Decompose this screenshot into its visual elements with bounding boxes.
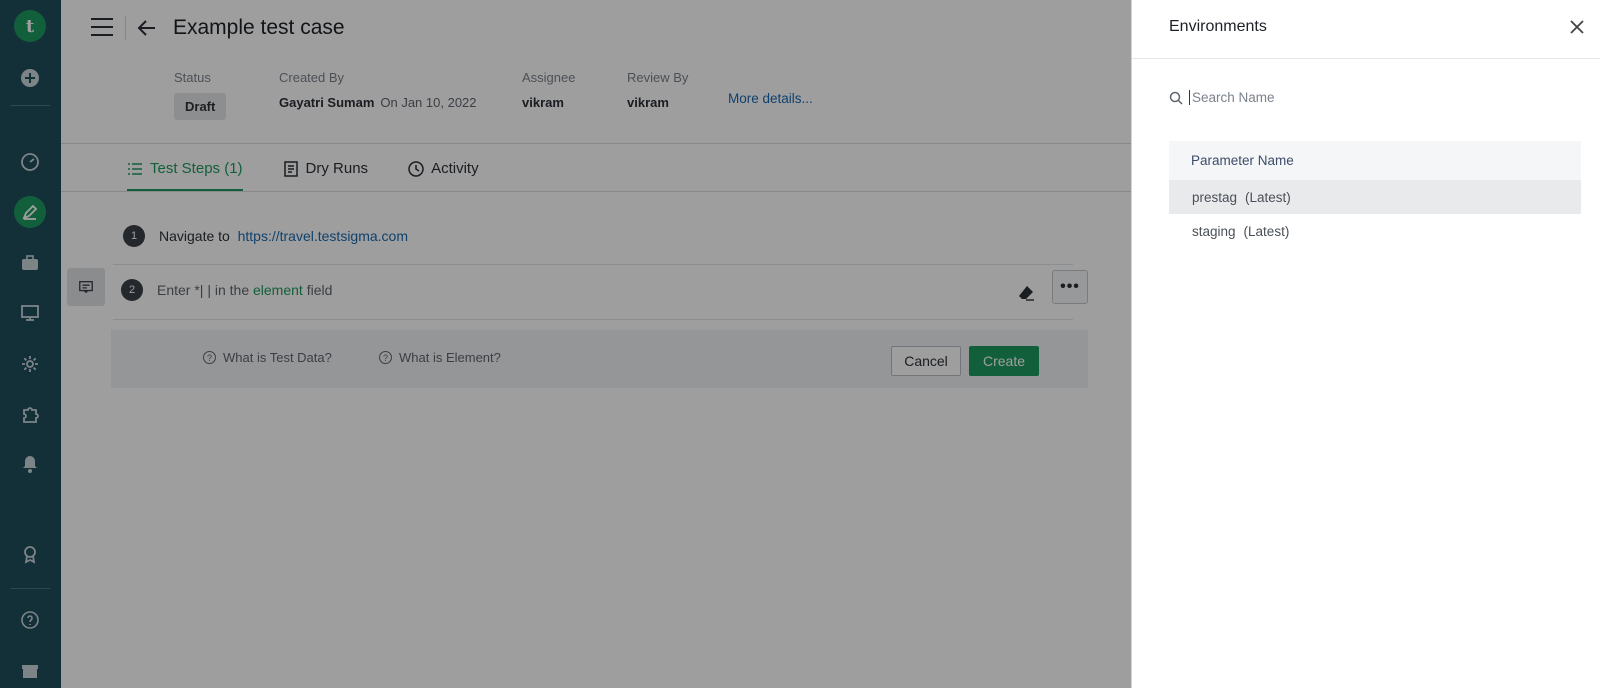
search-bar (1169, 90, 1549, 105)
env-tag: (Latest) (1243, 223, 1290, 239)
environments-table: Parameter Name prestag (Latest) staging … (1169, 141, 1581, 248)
close-icon[interactable] (1568, 18, 1586, 36)
search-input[interactable] (1189, 90, 1549, 105)
table-row[interactable]: staging (Latest) (1169, 214, 1581, 248)
divider (1132, 58, 1600, 59)
env-name: staging (1192, 223, 1236, 239)
search-icon (1169, 91, 1183, 105)
modal-backdrop[interactable] (0, 0, 1131, 688)
env-tag: (Latest) (1245, 189, 1291, 205)
column-header: Parameter Name (1169, 141, 1581, 180)
drawer-title: Environments (1169, 18, 1267, 35)
environments-drawer: Environments Parameter Name prestag (Lat… (1131, 0, 1600, 688)
env-name: prestag (1192, 189, 1238, 205)
table-row[interactable]: prestag (Latest) (1169, 180, 1581, 214)
